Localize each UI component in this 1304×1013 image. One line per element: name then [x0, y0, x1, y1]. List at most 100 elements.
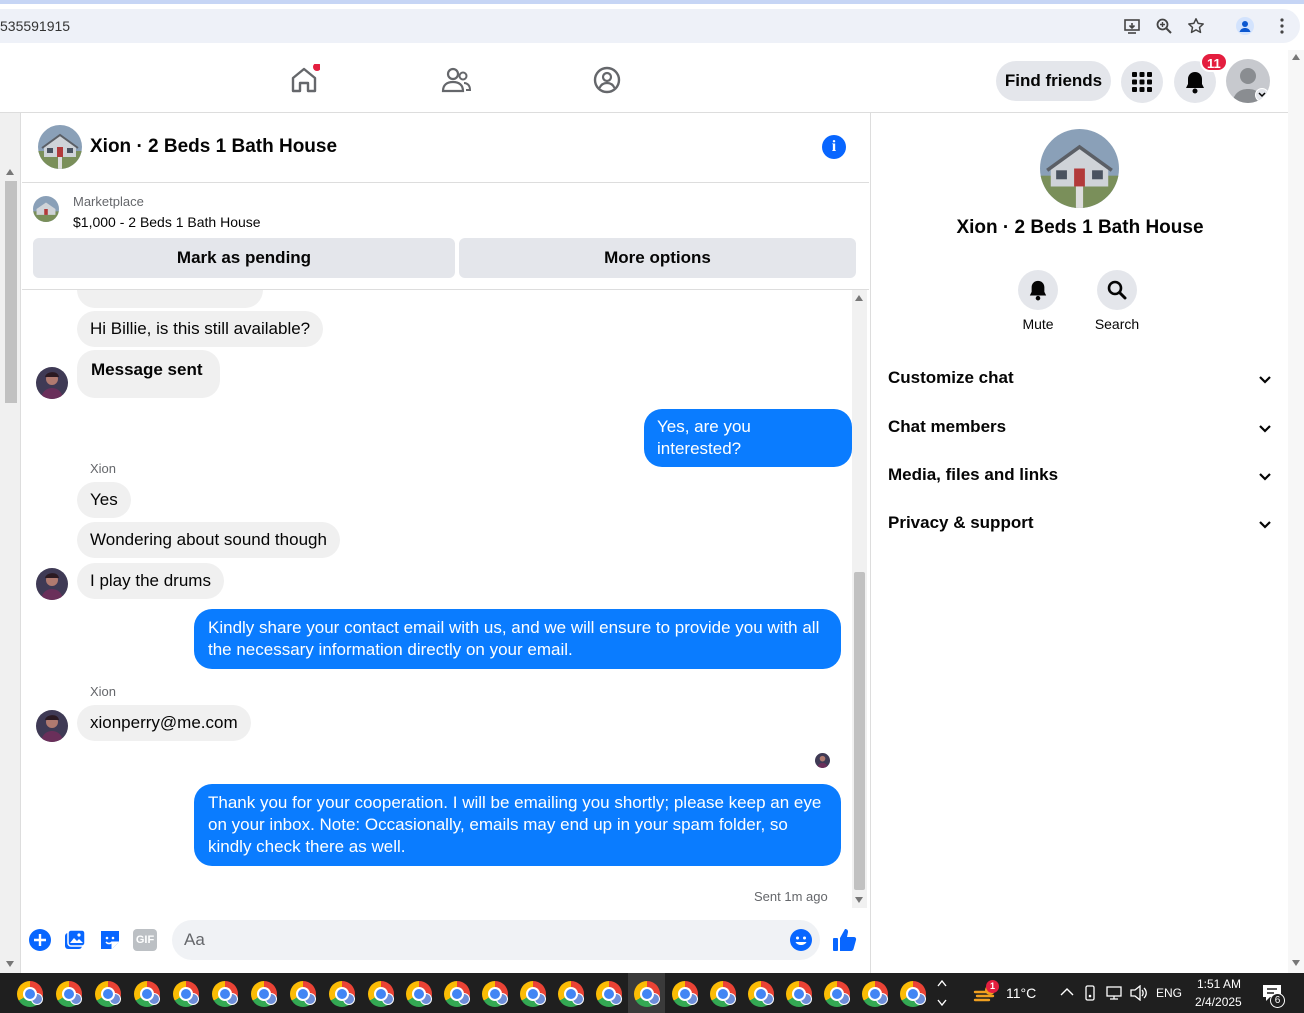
- emoji-icon[interactable]: [789, 928, 813, 952]
- message-thread: Hi Billie, is this still available? Mess…: [22, 290, 852, 910]
- customize-chat-section[interactable]: Customize chat: [888, 368, 1273, 400]
- account-avatar[interactable]: [1226, 59, 1270, 103]
- scrollbar-thumb[interactable]: [5, 181, 17, 403]
- chat-title[interactable]: Xion · 2 Beds 1 Bath House: [90, 136, 337, 158]
- more-options-button[interactable]: More options: [459, 238, 856, 278]
- chrome-taskbar-icon[interactable]: [862, 981, 888, 1007]
- bookmark-star-icon[interactable]: [1187, 17, 1205, 35]
- device-icon[interactable]: [1083, 985, 1097, 1001]
- chat-members-section[interactable]: Chat members: [888, 417, 1273, 449]
- gif-icon[interactable]: GIF: [133, 929, 157, 951]
- chrome-taskbar-icon[interactable]: [558, 981, 584, 1007]
- chrome-taskbar-icon[interactable]: [444, 981, 470, 1007]
- taskbar-scroll-icon[interactable]: [937, 978, 947, 1008]
- chrome-taskbar-icon[interactable]: [368, 981, 394, 1007]
- scroll-down-icon[interactable]: [6, 961, 14, 967]
- scroll-down-icon[interactable]: [855, 897, 863, 903]
- person-photo-icon: [36, 710, 68, 742]
- friends-icon[interactable]: [440, 64, 472, 96]
- install-app-icon[interactable]: [1123, 17, 1141, 35]
- chrome-taskbar-icon[interactable]: [634, 981, 660, 1007]
- volume-icon[interactable]: [1130, 985, 1148, 1001]
- browser-profile-icon[interactable]: [1236, 17, 1254, 35]
- url-text[interactable]: 535591915: [0, 18, 70, 34]
- chrome-taskbar-icon[interactable]: [900, 981, 926, 1007]
- photo-icon[interactable]: [63, 928, 87, 952]
- like-thumb-icon[interactable]: [832, 927, 858, 953]
- zoom-icon[interactable]: [1155, 17, 1173, 35]
- chrome-taskbar-icon[interactable]: [95, 981, 121, 1007]
- page-scrollbar[interactable]: [1288, 50, 1304, 973]
- chrome-taskbar-icon[interactable]: [786, 981, 812, 1007]
- mute-button[interactable]: [1018, 270, 1058, 310]
- sent-status: Sent 1m ago: [754, 889, 828, 904]
- listing-thumbnail[interactable]: [33, 196, 59, 222]
- read-receipt-avatar: [815, 753, 830, 768]
- groups-icon[interactable]: [591, 64, 623, 96]
- clock-time[interactable]: 1:51 AM: [1197, 977, 1241, 991]
- chrome-taskbar-icon[interactable]: [406, 981, 432, 1007]
- chevron-down-icon: [1259, 376, 1271, 384]
- profile-badge-icon: [686, 993, 698, 1005]
- network-icon[interactable]: [1106, 985, 1124, 1001]
- bell-icon: [1029, 280, 1047, 301]
- mute-action[interactable]: Mute: [998, 270, 1078, 332]
- mark-as-pending-button[interactable]: Mark as pending: [33, 238, 455, 278]
- scroll-down-icon[interactable]: [1292, 960, 1300, 966]
- scroll-up-icon[interactable]: [855, 295, 863, 301]
- chrome-taskbar-icon[interactable]: [520, 981, 546, 1007]
- chrome-taskbar-icon[interactable]: [748, 981, 774, 1007]
- chrome-taskbar-icon[interactable]: [134, 981, 160, 1007]
- address-bar[interactable]: 535591915: [0, 9, 1300, 43]
- message-input[interactable]: [172, 920, 820, 960]
- chrome-taskbar-icon[interactable]: [56, 981, 82, 1007]
- find-friends-button[interactable]: Find friends: [996, 61, 1111, 101]
- listing-title[interactable]: $1,000 - 2 Beds 1 Bath House: [73, 214, 261, 230]
- chevron-down-icon: [1259, 521, 1271, 529]
- scrollbar-thumb[interactable]: [854, 572, 865, 890]
- search-button[interactable]: [1097, 270, 1137, 310]
- weather-temp[interactable]: 11°C: [1006, 985, 1036, 1001]
- conversation-info-panel: Xion · 2 Beds 1 Bath House Mute Search C…: [870, 113, 1288, 973]
- notification-badge: 11: [1200, 52, 1228, 72]
- message-bubble: Kindly share your contact email with us,…: [194, 609, 841, 669]
- media-files-links-section[interactable]: Media, files and links: [888, 465, 1273, 497]
- search-action[interactable]: Search: [1077, 270, 1157, 332]
- language-indicator[interactable]: ENG: [1156, 986, 1182, 1000]
- home-icon[interactable]: [288, 64, 320, 96]
- message-scrollbar[interactable]: [852, 290, 867, 908]
- plus-circle-icon[interactable]: [28, 928, 52, 952]
- weather-alert-badge: 1: [986, 980, 999, 993]
- chrome-taskbar-icon[interactable]: [251, 981, 277, 1007]
- menu-button[interactable]: [1121, 61, 1163, 103]
- chrome-taskbar-icon[interactable]: [824, 981, 850, 1007]
- privacy-support-section[interactable]: Privacy & support: [888, 513, 1273, 545]
- scroll-up-icon[interactable]: [6, 169, 14, 175]
- clock-date[interactable]: 2/4/2025: [1195, 995, 1242, 1009]
- sender-avatar[interactable]: [36, 367, 68, 399]
- chrome-taskbar-icon[interactable]: [482, 981, 508, 1007]
- listing-avatar[interactable]: [38, 125, 82, 169]
- profile-badge-icon: [265, 993, 277, 1005]
- account-chevron-icon[interactable]: [1255, 88, 1269, 102]
- section-label: Customize chat: [888, 368, 1014, 387]
- message-bubble: xionperry@me.com: [77, 705, 251, 741]
- chrome-taskbar-icon[interactable]: [329, 981, 355, 1007]
- sender-avatar[interactable]: [36, 710, 68, 742]
- show-hidden-icons-icon[interactable]: [1060, 986, 1074, 998]
- browser-menu-icon[interactable]: [1273, 17, 1291, 35]
- sticker-icon[interactable]: [98, 928, 122, 952]
- chrome-taskbar-icon[interactable]: [672, 981, 698, 1007]
- info-icon[interactable]: i: [822, 135, 846, 159]
- chat-list-scrollbar[interactable]: [0, 113, 21, 973]
- panel-title: Xion · 2 Beds 1 Bath House: [956, 217, 1204, 238]
- sender-avatar[interactable]: [36, 568, 68, 600]
- scroll-up-icon[interactable]: [1292, 54, 1300, 60]
- chrome-taskbar-icon[interactable]: [173, 981, 199, 1007]
- chrome-taskbar-icon[interactable]: [17, 981, 43, 1007]
- chrome-taskbar-icon[interactable]: [212, 981, 238, 1007]
- chrome-taskbar-icon[interactable]: [710, 981, 736, 1007]
- listing-profile-photo[interactable]: [1040, 129, 1119, 208]
- chrome-taskbar-icon[interactable]: [290, 981, 316, 1007]
- chrome-taskbar-icon[interactable]: [596, 981, 622, 1007]
